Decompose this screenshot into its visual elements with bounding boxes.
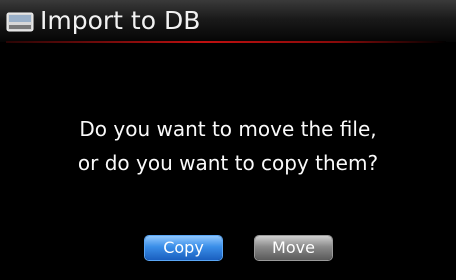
copy-button[interactable]: Copy xyxy=(145,236,222,260)
dialog-message: Do you want to move the file, or do you … xyxy=(0,112,456,180)
message-line-2: or do you want to copy them? xyxy=(77,151,379,175)
drive-icon xyxy=(6,12,34,32)
title-underline xyxy=(6,41,446,43)
dialog-title: Import to DB xyxy=(40,6,201,35)
message-line-1: Do you want to move the file, xyxy=(79,117,377,141)
move-button[interactable]: Move xyxy=(255,236,332,260)
